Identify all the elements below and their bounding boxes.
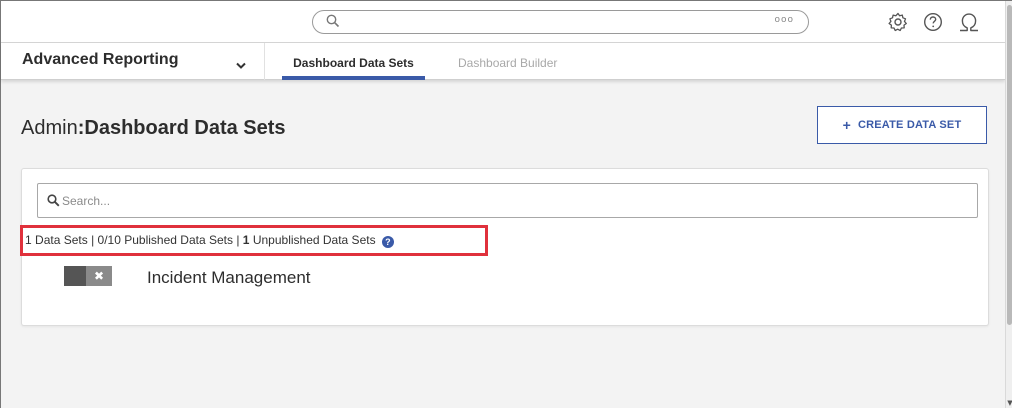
tab-dashboard-builder[interactable]: Dashboard Builder xyxy=(458,43,557,80)
help-icon[interactable]: ? xyxy=(381,236,394,248)
scroll-down-icon[interactable]: ▼ xyxy=(1006,399,1012,407)
toggle-knob xyxy=(64,266,86,286)
app-switcher[interactable]: Advanced Reporting xyxy=(1,43,265,80)
chevron-down-icon xyxy=(236,57,246,75)
global-search-bar[interactable]: ooo xyxy=(312,10,809,34)
data-set-stats: 1 Data Sets | 0/10 Published Data Sets |… xyxy=(20,225,488,256)
search-icon xyxy=(326,14,340,33)
tab-label: Dashboard Data Sets xyxy=(293,56,414,70)
search-options-icon[interactable]: ooo xyxy=(774,15,794,25)
search-icon xyxy=(47,194,60,212)
app-nav-bar: Advanced Reporting Dashboard Data Sets D… xyxy=(1,43,1005,80)
scrollbar[interactable]: ▼ xyxy=(1005,1,1012,408)
create-data-set-button[interactable]: + CREATE DATA SET xyxy=(817,106,987,144)
unpublished-label: Unpublished Data Sets xyxy=(252,233,376,247)
user-icon[interactable] xyxy=(958,12,980,37)
tab-dashboard-data-sets[interactable]: Dashboard Data Sets xyxy=(282,43,425,80)
tab-label: Dashboard Builder xyxy=(458,56,558,70)
published-label: Published Data Sets xyxy=(124,233,233,247)
search-field[interactable] xyxy=(37,183,978,218)
create-data-set-label: CREATE DATA SET xyxy=(857,119,962,131)
data-sets-card: 1 Data Sets | 0/10 Published Data Sets |… xyxy=(20,168,989,326)
scrollbar-thumb[interactable] xyxy=(1007,5,1012,325)
close-icon: ✖ xyxy=(86,266,112,286)
data-set-name[interactable]: Incident Management xyxy=(147,268,311,288)
active-tab-indicator xyxy=(282,76,425,80)
top-bar: ooo xyxy=(1,1,1005,43)
data-sets-label: Data Sets xyxy=(35,233,88,247)
page-title-prefix: Admin xyxy=(21,117,78,139)
help-icon[interactable] xyxy=(923,12,943,37)
stats-divider: | xyxy=(91,233,95,247)
plus-icon: + xyxy=(842,117,851,133)
unpublished-count: 1 xyxy=(242,233,250,247)
page-title: Admin:Dashboard Data Sets xyxy=(21,117,286,140)
app-title: Advanced Reporting xyxy=(22,51,179,68)
publish-toggle[interactable]: ✖ xyxy=(64,266,112,286)
gear-icon[interactable] xyxy=(888,12,908,37)
page-title-section: Dashboard Data Sets xyxy=(84,117,286,139)
published-count: 0/10 xyxy=(97,233,121,247)
search-input[interactable] xyxy=(62,192,942,210)
stats-divider: | xyxy=(236,233,240,247)
data-sets-count: 1 xyxy=(25,233,32,247)
